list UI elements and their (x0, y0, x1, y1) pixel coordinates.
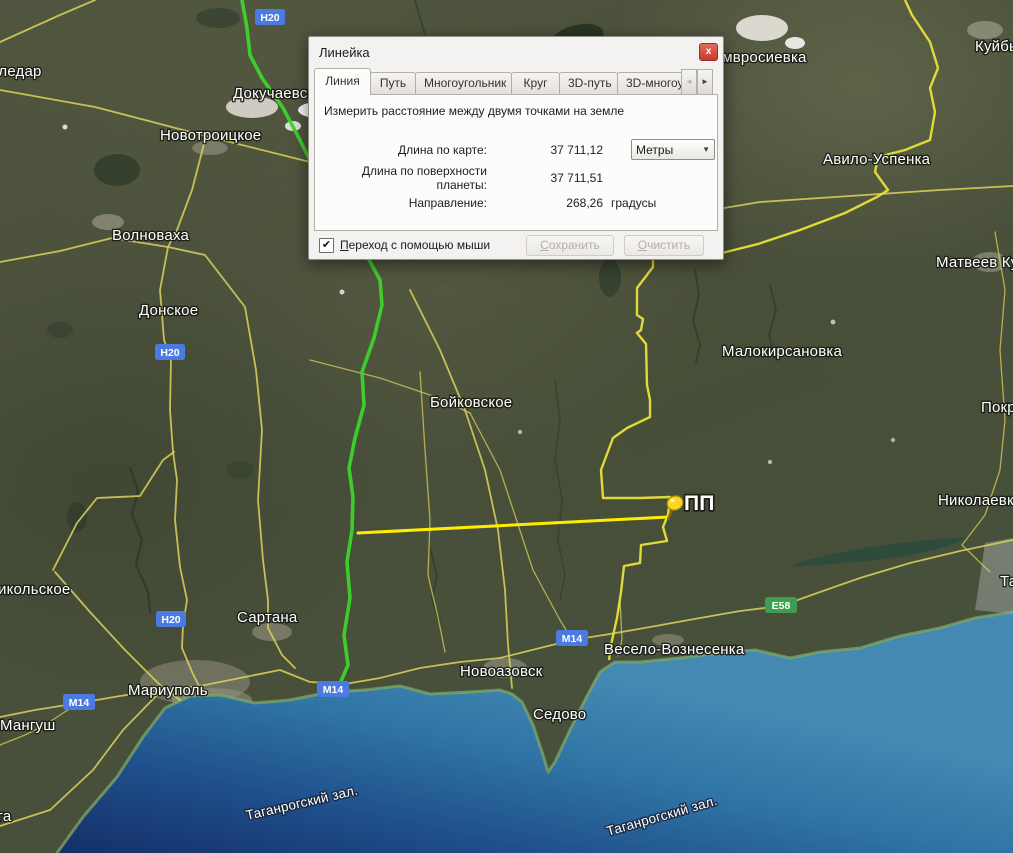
road-shield-m14: М14 (556, 630, 588, 646)
map-label-donskoe: Донское (139, 302, 198, 319)
ruler-measurement-line[interactable] (358, 517, 668, 533)
map-label-nikolaevka: Николаевка (938, 492, 1013, 509)
map-label-taganrog: Таганрог (1000, 573, 1013, 590)
road-shield-h20: H20 (155, 344, 185, 360)
pushpin-label-pp: ПП (684, 492, 715, 515)
map-label-dokuchaevsk: Докучаевск (233, 85, 315, 102)
map-label-yalta: Ялта (0, 808, 12, 825)
map-label-matveev-kurgan: Матвеев Курган (936, 254, 1013, 271)
map-label-ugledar: Угледар (0, 63, 42, 80)
svg-text:H20: H20 (161, 614, 180, 626)
road-shield-h20: H20 (255, 9, 285, 25)
measure-description: Измерить расстояние между двумя точками … (315, 95, 717, 118)
map-label-malokirsanovka: Малокирсановка (722, 343, 842, 360)
map-length-label: Длина по карте: (315, 143, 493, 157)
map-label-volnovakha: Волноваха (112, 227, 189, 244)
dialog-title: Линейка (319, 45, 370, 60)
tab-path[interactable]: Путь (370, 72, 416, 95)
road-shield-e58: E58 (765, 597, 797, 613)
road-shield-h20: H20 (156, 611, 186, 627)
units-selected-value: Метры (636, 143, 702, 157)
map-label-boykovskoe: Бойковское (430, 394, 512, 411)
mouse-nav-checkbox[interactable]: ✔ (319, 238, 334, 253)
tab-line[interactable]: Линия (314, 68, 371, 95)
units-dropdown[interactable]: Метры ▼ (631, 139, 715, 160)
tab-scroll-left-icon[interactable]: ◄ (681, 69, 697, 95)
heading-label: Направление: (315, 196, 493, 210)
map-label-sartana: Сартана (237, 609, 298, 626)
svg-text:H20: H20 (160, 347, 179, 359)
road-shield-m14: М14 (63, 694, 95, 710)
map-label-amvrosievka: Амвросиевка (712, 49, 807, 66)
map-label-pokrovskoe: Покровское (981, 399, 1013, 416)
heading-value: 268,26 (493, 196, 603, 210)
liman-lake (790, 537, 970, 566)
svg-text:E58: E58 (772, 600, 791, 612)
map-label-mariupol: Мариуполь (128, 682, 208, 699)
map-label-novotroitskoe: Новотроицкое (160, 127, 261, 144)
map-label-nikolskoe: Никольское (0, 581, 70, 598)
chevron-down-icon: ▼ (702, 145, 710, 154)
mouse-nav-label: Переход с помощью мыши (340, 238, 490, 252)
map-label-novoazovsk: Новоазовск (460, 663, 543, 680)
clear-button[interactable]: Очистить (624, 235, 704, 256)
tab-polygon[interactable]: Многоугольник (415, 72, 512, 95)
ground-length-label: Длина по поверхности планеты: (315, 164, 493, 192)
tab-3d-path[interactable]: 3D-путь (559, 72, 618, 95)
map-length-value: 37 711,12 (493, 143, 603, 157)
svg-text:М14: М14 (323, 684, 344, 696)
dialog-footer: ✔ Переход с помощью мыши Сохранить Очист… (309, 231, 723, 259)
map-label-mangush: Мангуш (0, 717, 56, 734)
map-label-sedovo: Седово (533, 706, 586, 723)
close-icon[interactable]: x (699, 43, 718, 61)
line-tab-panel: Измерить расстояние между двумя точками … (314, 94, 718, 231)
tab-circle[interactable]: Круг (511, 72, 560, 95)
google-earth-window: H20 H20 H20 М14 М14 М14 E58 Угледар (0, 0, 1013, 853)
ruler-tabbar: Линия Путь Многоугольник Круг 3D-путь 3D… (314, 68, 718, 95)
heading-unit: градусы (611, 196, 656, 210)
map-label-kuybyshevo: Куйбышево (975, 38, 1013, 55)
save-button[interactable]: Сохранить (526, 235, 614, 256)
tab-scroll-right-icon[interactable]: ► (697, 69, 713, 95)
tab-3d-polygon[interactable]: 3D-многоугольник (617, 72, 682, 95)
svg-text:М14: М14 (69, 697, 90, 709)
ground-length-value: 37 711,51 (493, 171, 603, 185)
map-label-veselo: Весело-Вознесенка (604, 641, 745, 658)
svg-text:H20: H20 (260, 12, 279, 24)
map-label-avilo-uspenka: Авило-Успенка (823, 151, 931, 168)
road-shield-m14: М14 (317, 681, 349, 697)
ruler-dialog: Линейка x Линия Путь Многоугольник Круг … (308, 36, 724, 260)
svg-text:М14: М14 (562, 633, 583, 645)
